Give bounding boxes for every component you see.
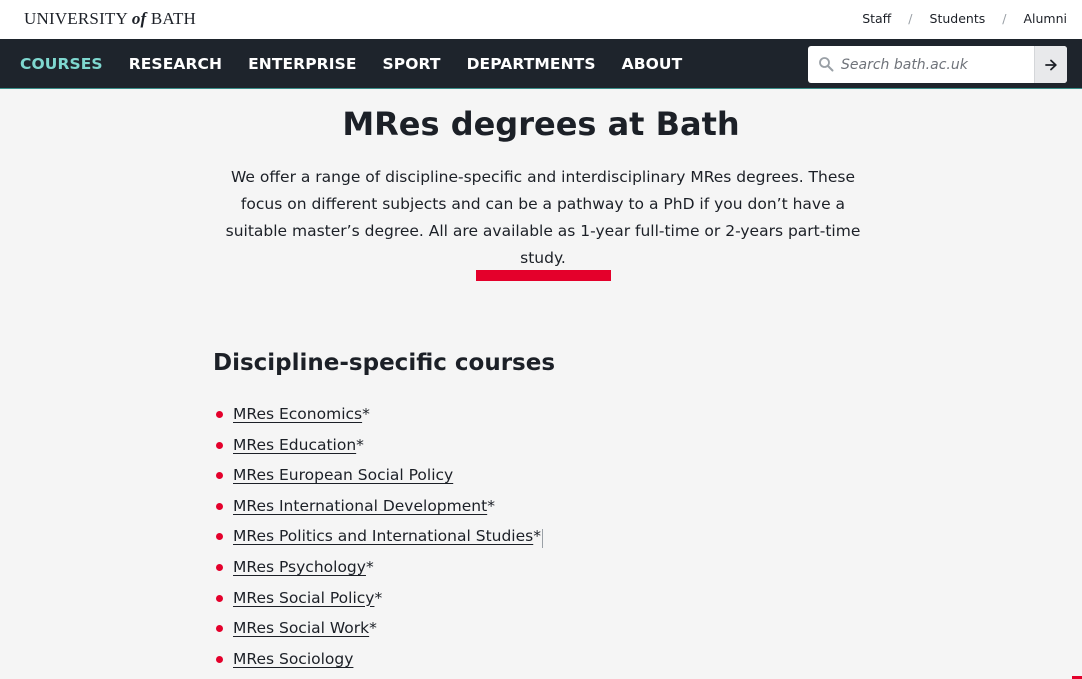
- list-item: MRes Economics*: [213, 399, 541, 430]
- list-item: MRes Education*: [213, 430, 541, 461]
- bullet-icon: [216, 655, 223, 663]
- bullet-icon: [216, 533, 223, 541]
- nav-item-sport[interactable]: SPORT: [383, 55, 441, 73]
- course-link[interactable]: MRes International Development: [233, 497, 487, 515]
- course-link[interactable]: MRes European Social Policy: [233, 466, 453, 484]
- asterisk: *: [356, 435, 364, 454]
- course-link[interactable]: MRes Social Policy: [233, 589, 374, 607]
- staff-link[interactable]: Staff: [862, 11, 891, 26]
- bullet-icon: [216, 594, 223, 602]
- search-icon: [819, 57, 834, 72]
- section-heading-discipline-specific: Discipline-specific courses: [213, 350, 556, 376]
- list-item: MRes Psychology*: [213, 552, 541, 583]
- page-title: MRes degrees at Bath: [342, 105, 740, 143]
- list-item: MRes Sociology: [213, 644, 541, 675]
- asterisk: *: [374, 588, 383, 607]
- asterisk: *: [533, 527, 541, 546]
- list-item: MRes Politics and International Studies*: [213, 521, 541, 552]
- bullet-icon: [216, 563, 223, 571]
- bullet-icon: [216, 472, 223, 480]
- bullet-icon: [216, 625, 223, 633]
- site-search: [808, 46, 1067, 83]
- course-link[interactable]: MRes Sociology: [233, 650, 353, 668]
- list-item: MRes Social Policy*: [213, 583, 541, 614]
- main-navigation: COURSES RESEARCH ENTERPRISE SPORT DEPART…: [0, 39, 1082, 89]
- bullet-icon: [216, 502, 223, 510]
- asterisk: *: [365, 557, 374, 576]
- search-input[interactable]: [841, 46, 1033, 83]
- nav-item-courses[interactable]: COURSES: [20, 55, 103, 73]
- separator: /: [1002, 11, 1007, 26]
- students-link[interactable]: Students: [930, 11, 986, 26]
- asterisk: *: [487, 496, 495, 515]
- search-submit-button[interactable]: [1034, 46, 1067, 83]
- bullet-icon: [216, 411, 223, 418]
- course-link[interactable]: MRes Education: [233, 436, 356, 454]
- top-utility-bar: UNIVERSITY of BATH Staff / Students / Al…: [0, 0, 1082, 39]
- course-list: MRes Economics* MRes Education* MRes Eur…: [213, 399, 541, 674]
- list-item: MRes Social Work*: [213, 613, 541, 644]
- university-logo[interactable]: UNIVERSITY of BATH: [24, 9, 196, 29]
- alumni-link[interactable]: Alumni: [1023, 11, 1067, 26]
- nav-item-about[interactable]: ABOUT: [622, 55, 683, 73]
- asterisk: *: [369, 619, 377, 638]
- course-link[interactable]: MRes Social Work: [233, 619, 369, 637]
- course-link[interactable]: MRes Economics: [233, 405, 362, 423]
- nav-item-research[interactable]: RESEARCH: [129, 55, 222, 73]
- bullet-icon: [216, 441, 223, 449]
- red-divider: [476, 270, 611, 281]
- separator: /: [908, 11, 913, 26]
- list-item: MRes International Development*: [213, 491, 541, 522]
- nav-item-departments[interactable]: DEPARTMENTS: [467, 55, 596, 73]
- asterisk: *: [362, 405, 370, 423]
- text-cursor: [542, 529, 543, 548]
- course-link[interactable]: MRes Psychology: [233, 558, 366, 576]
- course-link[interactable]: MRes Politics and International Studies: [233, 527, 533, 545]
- audience-links: Staff / Students / Alumni: [862, 11, 1067, 26]
- nav-item-enterprise[interactable]: ENTERPRISE: [248, 55, 356, 73]
- intro-paragraph: We offer a range of discipline-specific …: [225, 168, 861, 267]
- list-item: MRes European Social Policy: [213, 460, 541, 491]
- arrow-right-icon: [1045, 59, 1057, 70]
